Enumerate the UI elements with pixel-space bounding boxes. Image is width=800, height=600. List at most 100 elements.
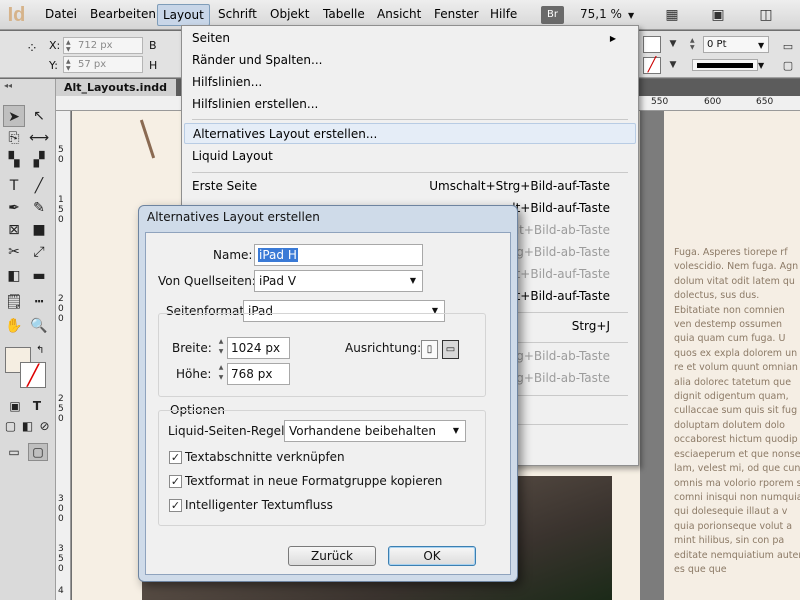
stroke-color-icon[interactable]: ╱ bbox=[20, 362, 46, 388]
menu-layout[interactable]: Layout bbox=[157, 4, 210, 26]
decorative-stroke bbox=[139, 119, 156, 159]
bridge-button[interactable]: Br bbox=[541, 6, 564, 24]
copy-styles-label: Textformat in neue Formatgruppe kopieren bbox=[185, 474, 443, 488]
apply-none-icon[interactable]: ⊘ bbox=[36, 417, 53, 435]
menu-shortcut: Umschalt+Strg+Bild-auf-Taste bbox=[429, 179, 610, 193]
formatting-container-icon[interactable]: ▣ bbox=[6, 397, 24, 415]
swap-colors-icon[interactable]: ↰ bbox=[36, 345, 44, 356]
fill-swatch[interactable] bbox=[643, 36, 661, 53]
tools-panel: ◂◂ ➤ ↖ ⎘ ⟷ ▚ ▞ T ╱ ✒ ✎ ⊠ ■ ✂ ⤢ ◧ ▬ 🗒 ┅ ✋… bbox=[0, 79, 56, 600]
document-page-right[interactable]: Fuga. Asperes tiorepe rf volescidio. Nem… bbox=[664, 111, 800, 600]
link-stories-checkbox[interactable]: ✓ bbox=[169, 451, 182, 464]
normal-view-icon[interactable]: ▭ bbox=[4, 443, 24, 461]
chevron-down-icon[interactable]: ▼ bbox=[758, 41, 764, 50]
portrait-orientation-icon[interactable]: ▯ bbox=[421, 340, 438, 359]
chevron-down-icon: ▼ bbox=[409, 276, 416, 285]
menu-tabelle[interactable]: Tabelle bbox=[323, 7, 365, 22]
content-collector-icon[interactable]: ▚ bbox=[3, 149, 25, 171]
rectangle-tool-icon[interactable]: ■ bbox=[28, 219, 50, 241]
y-field[interactable]: ▲ ▼ 57 px bbox=[63, 56, 143, 73]
menu-item-erste-seite[interactable]: Erste Seite Umschalt+Strg+Bild-auf-Taste bbox=[192, 176, 626, 197]
menu-shortcut: alt+Bild-auf-Taste bbox=[504, 201, 610, 215]
pen-tool-icon[interactable]: ✒ bbox=[3, 197, 25, 219]
zoom-level[interactable]: 75,1 % bbox=[580, 7, 622, 21]
page-tool-icon[interactable]: ⎘ bbox=[3, 127, 25, 149]
ruler-label: 0 bbox=[58, 155, 64, 165]
type-tool-icon[interactable]: T bbox=[3, 175, 25, 197]
reference-point-icon[interactable]: ⁘ bbox=[18, 39, 46, 59]
gap-tool-icon[interactable]: ⟷ bbox=[28, 127, 50, 149]
menu-schrift[interactable]: Schrift bbox=[218, 7, 257, 22]
direct-selection-tool-icon[interactable]: ↖ bbox=[28, 105, 50, 127]
stroke-type-field[interactable] bbox=[692, 59, 758, 71]
height-value: 768 px bbox=[231, 367, 273, 381]
menu-hilfe[interactable]: Hilfe bbox=[490, 7, 517, 22]
chevron-down-icon[interactable]: ▼ bbox=[666, 37, 680, 51]
stroke-swatch[interactable]: ╱ bbox=[643, 57, 661, 74]
liquid-rule-select[interactable]: Vorhandene beibehalten ▼ bbox=[284, 420, 466, 442]
body-text-frame[interactable]: Fuga. Asperes tiorepe rf volescidio. Nem… bbox=[674, 246, 800, 591]
menu-item-liquid-layout[interactable]: Liquid Layout bbox=[192, 146, 626, 167]
apply-color-icon[interactable]: ▢ bbox=[2, 417, 19, 435]
scissors-tool-icon[interactable]: ✂ bbox=[3, 241, 25, 263]
chevron-down-icon[interactable]: ▼ bbox=[666, 58, 680, 72]
ok-button[interactable]: OK bbox=[388, 546, 476, 566]
menu-item-raender-spalten[interactable]: Ränder und Spalten... bbox=[192, 50, 626, 71]
arrange-documents-icon[interactable]: ◫ bbox=[752, 5, 780, 25]
copy-styles-checkbox[interactable]: ✓ bbox=[169, 475, 182, 488]
ruler-label: 0 bbox=[58, 514, 64, 524]
dialog-body: Name: iPad H Von Quellseiten: iPad V ▼ Se… bbox=[145, 232, 511, 575]
rectangle-frame-tool-icon[interactable]: ⊠ bbox=[3, 219, 25, 241]
measure-tool-icon[interactable]: ┅ bbox=[28, 291, 50, 313]
back-button[interactable]: Zurück bbox=[288, 546, 376, 566]
menu-item-seiten[interactable]: Seiten ▶ bbox=[192, 28, 626, 49]
menu-objekt[interactable]: Objekt bbox=[270, 7, 309, 22]
menu-ansicht[interactable]: Ansicht bbox=[377, 7, 421, 22]
source-pages-select[interactable]: iPad V ▼ bbox=[254, 270, 423, 292]
formatting-text-icon[interactable]: T bbox=[28, 397, 46, 415]
x-field[interactable]: ▲ ▼ 712 px bbox=[63, 37, 143, 54]
menu-item-label: Liquid Layout bbox=[192, 149, 273, 163]
landscape-orientation-icon[interactable]: ▭ bbox=[442, 340, 459, 359]
ruler-label: 5 bbox=[58, 404, 64, 414]
menu-item-alternatives-layout[interactable]: Alternatives Layout erstellen... bbox=[184, 123, 636, 144]
gradient-tool-icon[interactable]: ◧ bbox=[3, 265, 25, 287]
height-stepper[interactable]: ▲ ▼ bbox=[216, 363, 226, 385]
screen-mode-icon[interactable]: ▣ bbox=[704, 5, 732, 25]
menu-item-hilfslinien-erstellen[interactable]: Hilfslinien erstellen... bbox=[192, 94, 626, 115]
document-tab[interactable]: Alt_Layouts.indd bbox=[56, 79, 176, 96]
stroke-stepper[interactable]: ▲ ▼ bbox=[690, 37, 702, 51]
pencil-tool-icon[interactable]: ✎ bbox=[28, 197, 50, 219]
menu-item-hilfslinien[interactable]: Hilfslinien... bbox=[192, 72, 626, 93]
name-input[interactable]: iPad H bbox=[254, 244, 423, 266]
menu-shortcut: Alt+Bild-auf-Taste bbox=[504, 289, 610, 303]
chevron-down-icon[interactable]: ▼ bbox=[628, 11, 634, 20]
view-options-icon[interactable]: ▦ bbox=[658, 5, 686, 25]
content-placer-icon[interactable]: ▞ bbox=[28, 149, 50, 171]
smart-reflow-checkbox[interactable]: ✓ bbox=[169, 499, 182, 512]
zoom-tool-icon[interactable]: 🔍 bbox=[28, 315, 50, 337]
shadow-icon[interactable]: ▢ bbox=[780, 56, 796, 76]
menu-fenster[interactable]: Fenster bbox=[434, 7, 479, 22]
menu-datei[interactable]: Datei bbox=[45, 7, 77, 22]
apply-gradient-icon[interactable]: ◧ bbox=[19, 417, 36, 435]
vertical-ruler[interactable]: 5 0 1 5 0 2 0 0 2 5 0 3 0 0 3 5 0 4 bbox=[56, 111, 71, 600]
line-tool-icon[interactable]: ╱ bbox=[28, 175, 50, 197]
selection-tool-icon[interactable]: ➤ bbox=[3, 105, 25, 127]
stroke-preview bbox=[697, 63, 753, 68]
hand-tool-icon[interactable]: ✋ bbox=[3, 315, 25, 337]
collapse-icon[interactable]: ◂◂ bbox=[4, 81, 12, 90]
orientation-label: Ausrichtung: bbox=[345, 341, 422, 355]
width-stepper[interactable]: ▲ ▼ bbox=[216, 337, 226, 359]
ruler-label: 550 bbox=[651, 97, 669, 107]
effects-icon[interactable]: ▭ bbox=[780, 37, 796, 57]
preview-view-icon[interactable]: ▢ bbox=[28, 443, 48, 461]
note-tool-icon[interactable]: 🗒 bbox=[3, 291, 25, 313]
menu-bearbeiten[interactable]: Bearbeiten bbox=[90, 7, 156, 22]
ruler-label: 3 bbox=[58, 544, 64, 554]
height-input[interactable]: 768 px bbox=[227, 363, 290, 385]
free-transform-tool-icon[interactable]: ⤢ bbox=[28, 241, 50, 263]
chevron-down-icon[interactable]: ▼ bbox=[758, 61, 764, 70]
gradient-feather-tool-icon[interactable]: ▬ bbox=[28, 265, 50, 287]
width-input[interactable]: 1024 px bbox=[227, 337, 290, 359]
